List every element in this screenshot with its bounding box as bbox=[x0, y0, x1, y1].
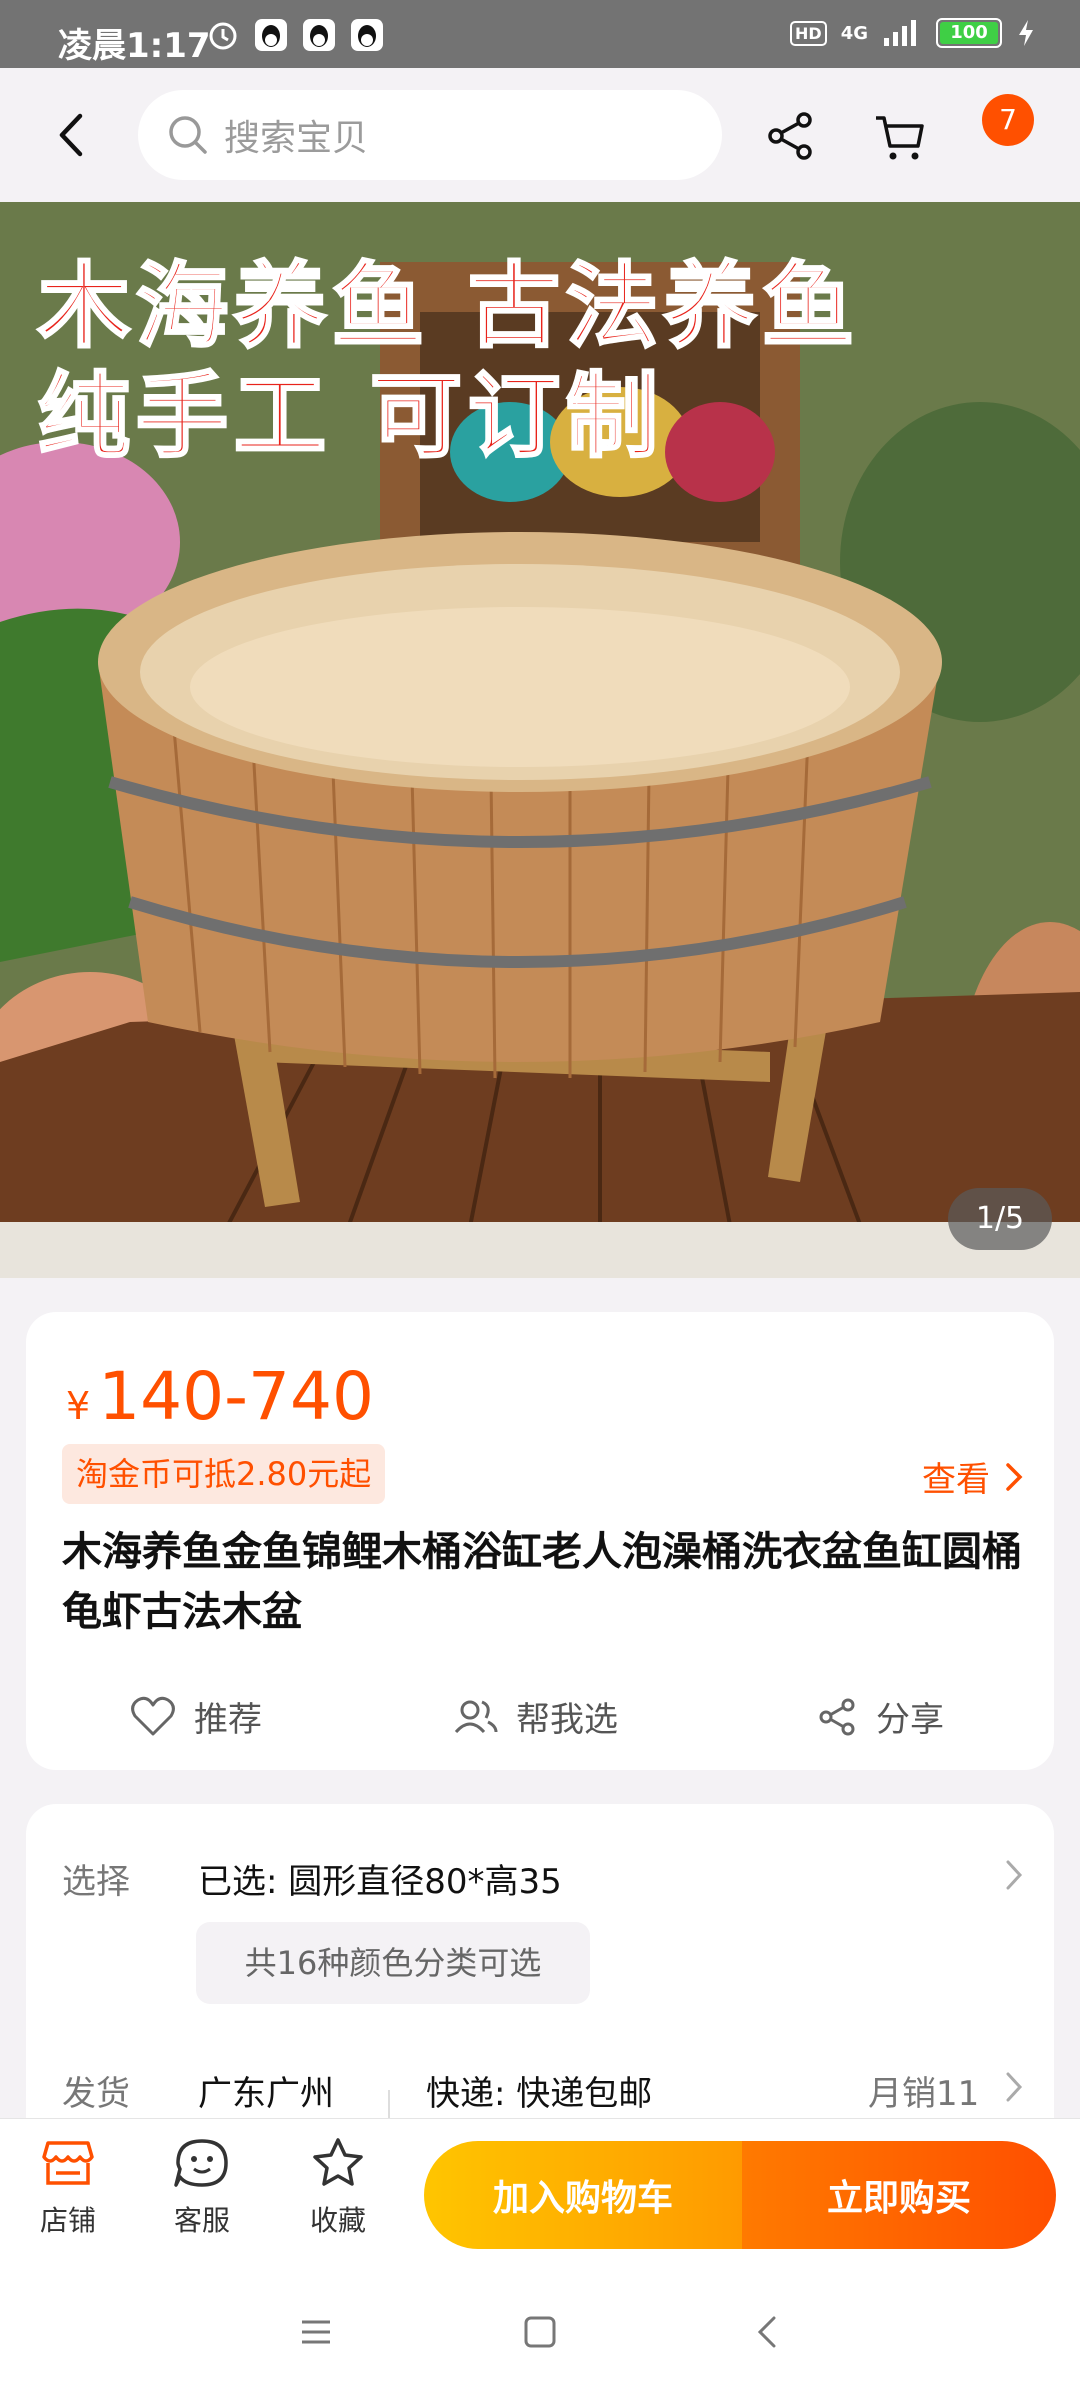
alarm-icon bbox=[209, 22, 237, 50]
network-type: 4G bbox=[840, 22, 868, 44]
heart-icon bbox=[131, 1696, 175, 1735]
notification-icons bbox=[206, 18, 384, 52]
chat-icon bbox=[174, 2139, 228, 2187]
product-title: 木海养鱼金鱼锦鲤木桶浴缸老人泡澡桶洗衣盆鱼缸圆桶龟虾古法木盆 bbox=[62, 1529, 1022, 1635]
favorite-button[interactable]: 收藏 bbox=[288, 2137, 388, 2239]
help-me-choose-button[interactable]: 帮我选 bbox=[452, 1692, 618, 1741]
currency-symbol: ¥ bbox=[66, 1384, 91, 1428]
product-info-card: ¥140-740 淘金币可抵2.80元起 查看 木海养鱼金鱼锦鲤木桶浴缸老人泡澡… bbox=[26, 1312, 1054, 1770]
customer-service-button[interactable]: 客服 bbox=[152, 2137, 252, 2239]
store-button[interactable]: 店铺 bbox=[18, 2137, 118, 2239]
system-nav-bar bbox=[0, 2268, 1080, 2400]
status-time: 凌晨1:17 bbox=[58, 26, 211, 66]
coin-discount-badge[interactable]: 淘金币可抵2.80元起 bbox=[62, 1444, 386, 1504]
battery-level: 100 bbox=[950, 22, 988, 43]
store-icon bbox=[42, 2141, 94, 2185]
share-icon[interactable] bbox=[760, 106, 820, 166]
recommend-label: 推荐 bbox=[194, 1700, 262, 1740]
qq-icon bbox=[351, 19, 383, 51]
menu-icon[interactable] bbox=[296, 2312, 336, 2352]
hero-caption-line2: 纯手工 可订制 bbox=[36, 361, 665, 472]
bottom-action-bar: 店铺 客服 收藏 加入购物车 立即购买 bbox=[0, 2118, 1080, 2269]
store-label: 店铺 bbox=[39, 2204, 96, 2237]
add-to-cart-button[interactable]: 加入购物车 bbox=[424, 2141, 742, 2249]
share-button[interactable]: 分享 bbox=[816, 1692, 944, 1741]
service-label: 客服 bbox=[173, 2204, 230, 2237]
share-label: 分享 bbox=[876, 1700, 944, 1740]
chevron-right-icon bbox=[1006, 1462, 1023, 1491]
search-input[interactable]: 搜索宝贝 bbox=[138, 90, 722, 180]
status-bar: 凌晨1:17 HD 4G 100 bbox=[0, 0, 1080, 68]
charging-icon bbox=[1019, 20, 1033, 46]
select-label: 选择 bbox=[62, 1862, 130, 1902]
help-me-choose-label: 帮我选 bbox=[516, 1700, 618, 1740]
search-icon bbox=[169, 116, 207, 154]
price-range: 140-740 bbox=[98, 1358, 374, 1435]
buy-now-button[interactable]: 立即购买 bbox=[742, 2141, 1056, 2249]
people-icon bbox=[454, 1700, 498, 1733]
view-discount-link[interactable]: 查看 bbox=[922, 1452, 1024, 1501]
hd-badge: HD bbox=[790, 20, 827, 46]
variants-count-chip[interactable]: 共16种颜色分类可选 bbox=[196, 1922, 590, 2004]
qq-icon bbox=[303, 19, 335, 51]
price: ¥140-740 bbox=[66, 1358, 374, 1435]
battery-icon: 100 bbox=[936, 18, 1002, 48]
chevron-right-icon bbox=[1006, 1860, 1023, 1890]
options-card: 选择 已选: 圆形直径80*高35 共16种颜色分类可选 发货 广东广州 快递:… bbox=[26, 1804, 1054, 2164]
system-icons: HD 4G 100 bbox=[790, 18, 1036, 48]
monthly-sales: 月销11 bbox=[868, 2074, 980, 2114]
chevron-right-icon bbox=[1006, 2072, 1023, 2102]
selected-variant: 已选: 圆形直径80*高35 bbox=[198, 1862, 562, 1902]
share-icon bbox=[819, 1698, 855, 1735]
product-image[interactable]: 木海养鱼 古法养鱼 纯手工 可订制 1/5 bbox=[0, 202, 1080, 1278]
ship-label: 发货 bbox=[62, 2074, 130, 2114]
star-icon bbox=[313, 2138, 363, 2186]
qq-icon bbox=[255, 19, 287, 51]
favorite-label: 收藏 bbox=[309, 2204, 366, 2237]
ship-origin: 广东广州 bbox=[198, 2074, 334, 2114]
top-nav: 搜索宝贝 7 bbox=[0, 68, 1080, 224]
cart-count-badge[interactable]: 7 bbox=[982, 94, 1034, 146]
delivery-method: 快递: 快递包邮 bbox=[426, 2074, 653, 2114]
recommend-button[interactable]: 推荐 bbox=[130, 1692, 262, 1741]
back-icon[interactable] bbox=[48, 108, 98, 162]
back-nav-icon[interactable] bbox=[748, 2312, 788, 2352]
image-pager: 1/5 bbox=[948, 1188, 1052, 1250]
signal-icon bbox=[884, 20, 916, 46]
search-placeholder: 搜索宝贝 bbox=[224, 118, 369, 159]
home-icon[interactable] bbox=[520, 2312, 560, 2352]
view-label: 查看 bbox=[922, 1460, 990, 1500]
product-actions: 推荐 帮我选 分享 bbox=[26, 1692, 1054, 1772]
cart-icon[interactable] bbox=[870, 106, 930, 166]
